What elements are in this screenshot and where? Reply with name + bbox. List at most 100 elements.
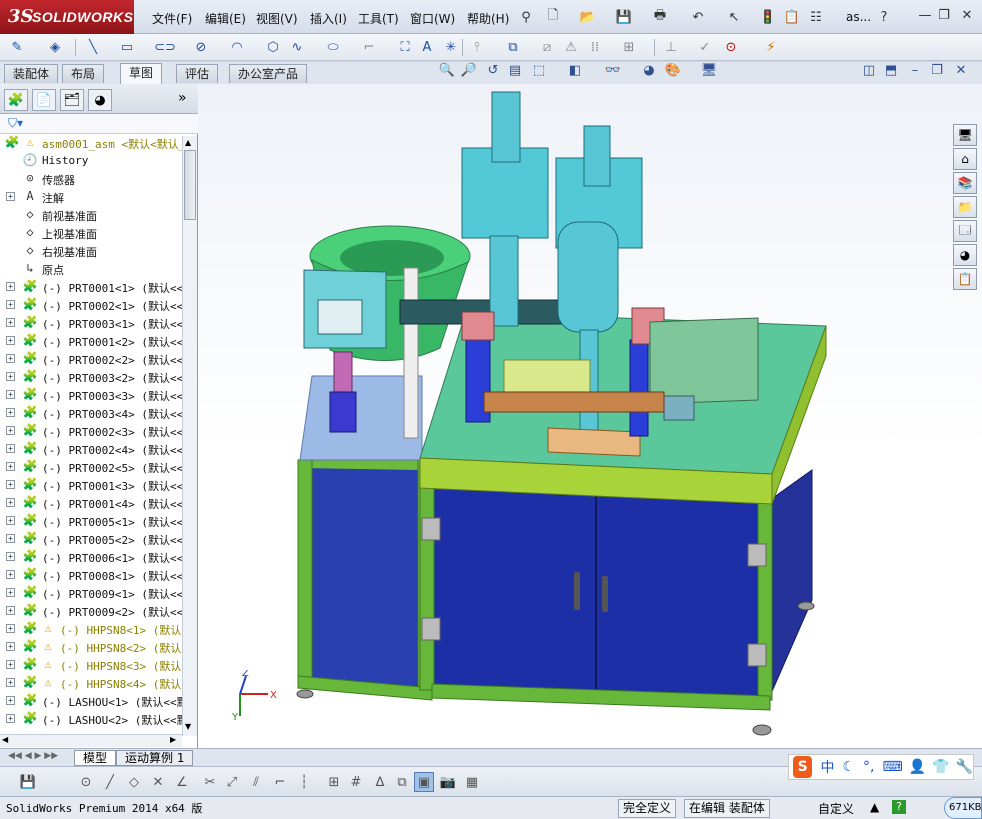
menu-edit[interactable]: 编辑(E) xyxy=(205,10,246,27)
propertymanager-tab-icon[interactable]: 📄 xyxy=(32,89,56,111)
keyboard-icon[interactable]: ⌨ xyxy=(882,759,902,775)
options-icon[interactable]: ☷ xyxy=(806,7,826,27)
menu-tools[interactable]: 工具(T) xyxy=(358,10,399,27)
trim-icon[interactable]: ✂ xyxy=(200,772,220,792)
previous-view-icon[interactable]: ↺ xyxy=(484,61,502,79)
tab-model[interactable]: 模型 xyxy=(74,750,117,766)
slot-icon[interactable]: ⊂⊃ xyxy=(154,38,176,56)
help-icon[interactable]: ? xyxy=(892,800,906,814)
line-icon[interactable]: ╱ xyxy=(100,772,120,792)
punctuation-icon[interactable]: °, xyxy=(863,759,874,775)
select-icon[interactable]: ↖ xyxy=(724,7,744,27)
tree-item[interactable]: + 🧩 (-) PRT0002<1> (默认<<默 xyxy=(0,296,182,314)
expand-icon[interactable]: + xyxy=(6,390,15,399)
sogou-icon[interactable]: S xyxy=(793,756,813,778)
scroll-left-icon[interactable]: ◀ xyxy=(2,735,8,744)
scroll-up-icon[interactable]: ▲ xyxy=(185,138,191,147)
graphics-area[interactable]: X Y Z xyxy=(198,84,982,748)
dashed-icon[interactable]: ┆ xyxy=(294,772,314,792)
box-icon[interactable]: ⧉ xyxy=(392,772,412,792)
user-icon[interactable]: 👤 xyxy=(909,759,926,775)
tree-item[interactable]: ◇ 右视基准面 xyxy=(0,242,182,260)
tab-sketch[interactable]: 草图 xyxy=(120,63,163,84)
appearances-icon[interactable]: ◕ xyxy=(953,244,977,266)
expand-icon[interactable]: + xyxy=(6,498,15,507)
expand-icon[interactable]: + xyxy=(6,570,15,579)
featuremanager-tab-icon[interactable]: 🧩 xyxy=(4,89,28,111)
extend-icon[interactable]: ⤢ xyxy=(222,772,242,792)
display-style-icon[interactable]: ◧ xyxy=(566,61,584,79)
print-icon[interactable]: 🖶 xyxy=(650,7,670,27)
solidworks-resources-icon[interactable]: 🖥 xyxy=(953,124,977,146)
ellipse-icon[interactable]: ⬭ xyxy=(324,38,342,56)
zoom-to-fit-icon[interactable]: 🔍 xyxy=(438,61,456,79)
expand-icon[interactable]: + xyxy=(6,300,15,309)
expand-icon[interactable]: + xyxy=(6,282,15,291)
split-vertical-icon[interactable]: ◫ xyxy=(860,61,878,79)
expand-icon[interactable]: + xyxy=(6,624,15,633)
expand-icon[interactable]: + xyxy=(6,192,15,201)
hatch-icon[interactable]: # xyxy=(346,772,366,792)
scroll-down-icon[interactable]: ▼ xyxy=(185,722,191,731)
tree-item[interactable]: + 🧩 ⚠ (-) HHPSN8<1> (默认< xyxy=(0,620,182,638)
expand-icon[interactable]: + xyxy=(6,408,15,417)
circle-icon[interactable]: ⊘ xyxy=(192,38,210,56)
ime-mode[interactable]: 中 xyxy=(820,757,834,777)
menu-help[interactable]: 帮助(H) xyxy=(467,10,509,27)
move-icon[interactable]: ⊞ xyxy=(620,38,638,56)
tree-vertical-scrollbar[interactable]: ▲ ▼ xyxy=(182,136,197,736)
undo-icon[interactable]: ↶ xyxy=(688,7,708,27)
tree-item[interactable]: + 🧩 (-) PRT0005<1> (默认<<默 xyxy=(0,512,182,530)
menu-file[interactable]: 文件(F) xyxy=(152,10,192,27)
tree-item[interactable]: + 🧩 (-) PRT0003<4> (默认<<默 xyxy=(0,404,182,422)
expand-icon[interactable]: + xyxy=(6,372,15,381)
view-settings-icon[interactable]: 🖥 xyxy=(700,61,718,79)
trim-icon[interactable]: ⫯ xyxy=(468,38,486,56)
spline-icon[interactable]: ∿ xyxy=(288,38,306,56)
tree-item[interactable]: ◇ 前视基准面 xyxy=(0,206,182,224)
point-icon[interactable]: ✳ xyxy=(442,38,460,56)
line-icon[interactable]: ╲ xyxy=(84,38,102,56)
configurationmanager-tab-icon[interactable]: 🗂 xyxy=(60,89,84,111)
filter-icon[interactable]: ⛉▾ xyxy=(8,116,23,131)
cross-icon[interactable]: ✕ xyxy=(148,772,168,792)
tree-item[interactable]: ↳ 原点 xyxy=(0,260,182,278)
rectangle-icon[interactable]: ▭ xyxy=(118,38,136,56)
expand-icon[interactable]: + xyxy=(6,678,15,687)
shaded-box-icon[interactable]: ▣ xyxy=(414,772,434,792)
expand-icon[interactable]: + xyxy=(6,426,15,435)
tab-evaluate[interactable]: 评估 xyxy=(176,64,219,83)
units-arrow-icon[interactable]: ▲ xyxy=(870,800,879,814)
expand-icon[interactable]: + xyxy=(6,336,15,345)
rebuild-icon[interactable]: 🚦 xyxy=(758,7,778,27)
expand-icon[interactable]: + xyxy=(6,552,15,561)
tree-item[interactable]: + 🧩 (-) PRT0002<4> (默认<<默 xyxy=(0,440,182,458)
tree-item[interactable]: ◇ 上视基准面 xyxy=(0,224,182,242)
expand-panel-icon[interactable]: » xyxy=(178,90,187,106)
tab-assembly[interactable]: 装配体 xyxy=(4,64,59,83)
home-icon[interactable]: ⌂ xyxy=(953,148,977,170)
expand-icon[interactable]: + xyxy=(6,516,15,525)
save-icon[interactable]: 💾 xyxy=(18,772,38,792)
menu-view[interactable]: 视图(V) xyxy=(256,10,298,27)
grid-icon[interactable]: ⊞ xyxy=(324,772,344,792)
skin-icon[interactable]: 👕 xyxy=(932,759,949,775)
circle-icon[interactable]: ⊙ xyxy=(76,772,96,792)
expand-icon[interactable]: + xyxy=(6,462,15,471)
expand-icon[interactable]: + xyxy=(6,696,15,705)
expand-icon[interactable]: + xyxy=(6,660,15,669)
corner-icon[interactable]: ⌐ xyxy=(270,772,290,792)
quick-snaps-icon[interactable]: ⊙ xyxy=(722,38,740,56)
doc-minimize-icon[interactable]: – xyxy=(906,61,924,79)
moon-icon[interactable]: ☾ xyxy=(842,759,855,775)
instant2d-icon[interactable]: ⚡ xyxy=(762,38,780,56)
expand-icon[interactable]: + xyxy=(6,444,15,453)
tree-root[interactable]: 🧩 ⚠ asm0001_asm <默认<默认_ xyxy=(0,134,182,152)
tree-item[interactable]: + 🧩 (-) PRT0002<5> (默认<<默 xyxy=(0,458,182,476)
tab-layout[interactable]: 布局 xyxy=(62,64,105,83)
tree-item[interactable]: + 🧩 (-) PRT0002<3> (默认<<默 xyxy=(0,422,182,440)
menu-insert[interactable]: 插入(I) xyxy=(310,10,347,27)
file-properties-icon[interactable]: 📋 xyxy=(782,7,802,27)
tree-item[interactable]: + 🧩 (-) PRT0003<1> (默认<<默 xyxy=(0,314,182,332)
smart-dimension-icon[interactable]: ◈ xyxy=(46,38,64,56)
